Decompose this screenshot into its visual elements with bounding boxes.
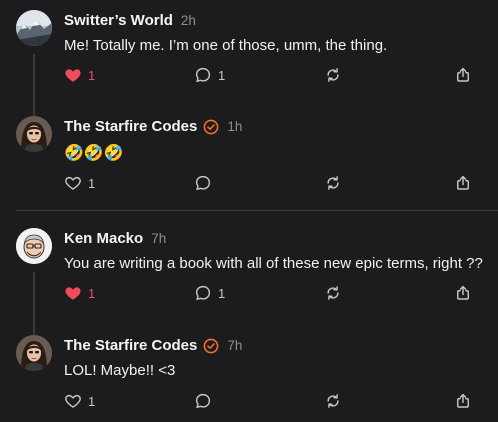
author-name[interactable]: Switter’s World: [64, 12, 173, 29]
like-count: 1: [88, 285, 96, 301]
heart-filled-icon: [65, 287, 81, 300]
share-icon: [457, 175, 469, 190]
avatar[interactable]: [16, 228, 52, 264]
reply-button[interactable]: 1: [194, 66, 225, 84]
verified-badge-icon: [203, 119, 219, 135]
post-timestamp[interactable]: 7h: [227, 338, 242, 353]
avatar[interactable]: [16, 10, 52, 46]
author-name[interactable]: The Starfire Codes: [64, 337, 197, 354]
comment-icon: [195, 67, 211, 83]
verified-badge-icon: [203, 338, 219, 354]
post-timestamp[interactable]: 2h: [181, 13, 196, 28]
repost-button[interactable]: [324, 174, 342, 192]
like-button[interactable]: 1: [64, 174, 95, 192]
woman-avatar-icon: [16, 335, 52, 371]
heart-outline-icon: [65, 176, 81, 190]
like-count: 1: [88, 175, 96, 191]
share-icon: [457, 285, 469, 300]
thread-connector-line: [33, 272, 35, 336]
post-text: Me! Totally me. I’m one of those, umm, t…: [64, 37, 388, 54]
author-name[interactable]: Ken Macko: [64, 230, 143, 247]
post-text: You are writing a book with all of these…: [64, 255, 483, 272]
reply-button[interactable]: [194, 174, 218, 192]
repost-icon: [327, 286, 339, 300]
thread-divider: [16, 210, 498, 211]
post-header: The Starfire Codes 1h: [64, 118, 242, 135]
post-timestamp[interactable]: 1h: [227, 119, 242, 134]
comment-icon: [195, 285, 211, 301]
heart-outline-icon: [65, 394, 81, 408]
share-button[interactable]: [454, 284, 472, 302]
like-button[interactable]: 1: [64, 284, 95, 302]
post-header: The Starfire Codes 7h: [64, 337, 242, 354]
share-button[interactable]: [454, 392, 472, 410]
like-count: 1: [88, 67, 96, 83]
post-actions: 1: [0, 174, 498, 194]
like-button[interactable]: 1: [64, 66, 95, 84]
reply-button[interactable]: [194, 392, 218, 410]
share-icon: [457, 393, 469, 408]
repost-button[interactable]: [324, 66, 342, 84]
like-button[interactable]: 1: [64, 392, 95, 410]
avatar[interactable]: [16, 116, 52, 152]
post-actions: 1 1: [0, 66, 498, 86]
repost-icon: [327, 176, 339, 190]
mountain-avatar-icon: [16, 10, 52, 46]
share-button[interactable]: [454, 66, 472, 84]
woman-avatar-icon: [16, 116, 52, 152]
avatar[interactable]: [16, 335, 52, 371]
post-actions: 1: [0, 392, 498, 412]
like-count: 1: [88, 393, 96, 409]
reply-button[interactable]: 1: [194, 284, 225, 302]
repost-icon: [327, 394, 339, 408]
post-text: LOL! Maybe!! <3: [64, 362, 176, 379]
comment-icon: [195, 393, 211, 409]
repost-button[interactable]: [324, 284, 342, 302]
reply-count: 1: [218, 67, 226, 83]
repost-icon: [327, 68, 339, 82]
repost-button[interactable]: [324, 392, 342, 410]
share-icon: [457, 67, 469, 82]
cartoon-man-avatar-icon: [16, 228, 52, 264]
reply-count: 1: [218, 285, 226, 301]
post-actions: 1 1: [0, 284, 498, 304]
post-header: Switter’s World 2h: [64, 12, 196, 29]
share-button[interactable]: [454, 174, 472, 192]
comment-icon: [195, 175, 211, 191]
author-name[interactable]: The Starfire Codes: [64, 118, 197, 135]
post-timestamp[interactable]: 7h: [151, 231, 166, 246]
post-text: 🤣🤣🤣: [64, 145, 124, 162]
post-header: Ken Macko 7h: [64, 230, 166, 247]
heart-filled-icon: [65, 69, 81, 82]
